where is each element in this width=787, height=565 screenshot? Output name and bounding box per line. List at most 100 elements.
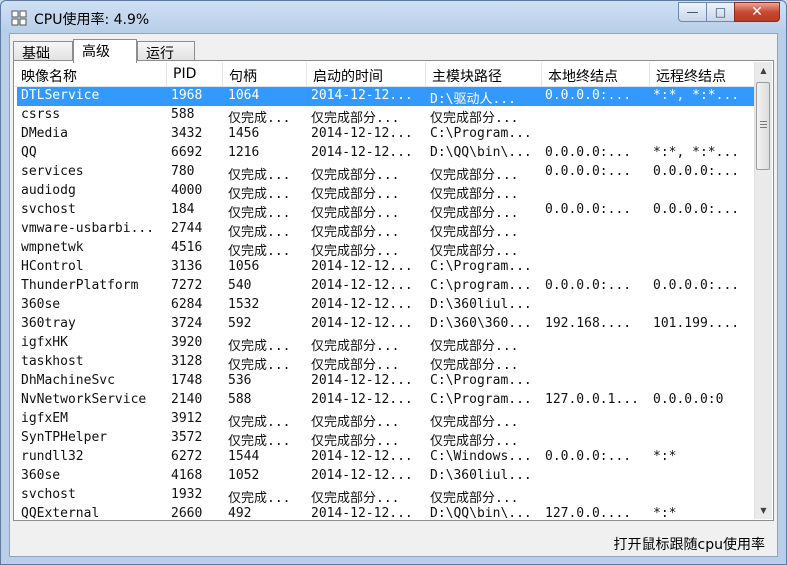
cell-remote-endpoint: *:*: [653, 449, 677, 464]
table-row[interactable]: QQ 6692 1216 2014-12-12... D:\QQ\bin\... 0.0.…: [15, 144, 757, 163]
cell-pid: 1932: [171, 487, 203, 502]
cell-start-time: 2014-12-12...: [311, 468, 413, 483]
cell-module-path: 仅完成部分...: [430, 339, 519, 353]
table-row[interactable]: 360se 4168 1052 2014-12-12... D:\360liul...: [15, 467, 757, 486]
tab-advanced[interactable]: 高级: [73, 39, 137, 63]
header-col-image-name[interactable]: 映像名称: [15, 62, 167, 86]
cell-remote-endpoint: 0.0.0.0:0: [653, 392, 724, 407]
table-row[interactable]: DTLService 1968 1064 2014-12-12... D:\驱动人...…: [15, 87, 757, 106]
tab-basic[interactable]: 基础: [13, 41, 73, 62]
cell-module-path: C:\Program...: [430, 373, 532, 388]
cell-start-time: 仅完成部分...: [311, 491, 400, 505]
cell-module-path: 仅完成部分...: [430, 168, 519, 182]
cell-start-time: 仅完成部分...: [311, 434, 400, 448]
vertical-scrollbar[interactable]: ▲ ▼: [754, 62, 772, 519]
cell-pid: 2744: [171, 221, 203, 236]
minimize-button[interactable]: —: [678, 2, 706, 22]
table-row[interactable]: wmpnetwk 4516 仅完成... 仅完成部分... 仅完成部分...: [15, 239, 757, 258]
cell-image-name: svchost: [21, 487, 76, 502]
arrow-up-icon: ▲: [760, 66, 767, 75]
cell-start-time: 2014-12-12...: [311, 449, 413, 464]
table-row[interactable]: SynTPHelper 3572 仅完成... 仅完成部分... 仅完成部分...: [15, 429, 757, 448]
table-row[interactable]: 360tray 3724 592 2014-12-12... D:\360\360...…: [15, 315, 757, 334]
list-header: 映像名称 PID 句柄 启动的时间 主模块路径 本地终结点 远程终结点: [15, 62, 757, 87]
cell-local-endpoint: 0.0.0.0:...: [545, 202, 632, 217]
cell-pid: 780: [171, 164, 195, 179]
cell-start-time: 仅完成部分...: [311, 244, 400, 258]
maximize-button[interactable]: □: [706, 2, 734, 22]
cell-local-endpoint: 127.0.0.1...: [545, 392, 639, 407]
cell-handles: 仅完成...: [228, 244, 291, 258]
cell-pid: 4000: [171, 183, 203, 198]
cell-image-name: ThunderPlatform: [21, 278, 139, 293]
cell-start-time: 2014-12-12...: [311, 392, 413, 407]
table-row[interactable]: DhMachineSvc 1748 536 2014-12-12... C:\Progr…: [15, 372, 757, 391]
cell-pid: 3572: [171, 430, 203, 445]
cell-pid: 1748: [171, 373, 203, 388]
cell-pid: 3920: [171, 335, 203, 350]
cell-local-endpoint: 192.168....: [545, 316, 632, 331]
table-row[interactable]: vmware-usbarbi... 2744 仅完成... 仅完成部分... 仅完成部分…: [15, 220, 757, 239]
cell-start-time: 2014-12-12...: [311, 126, 413, 141]
cell-pid: 3128: [171, 354, 203, 369]
cell-pid: 1968: [171, 88, 203, 103]
header-col-start-time[interactable]: 启动的时间: [307, 62, 426, 86]
table-row[interactable]: QQExternal 2660 492 2014-12-12... D:\QQ\bin\…: [15, 505, 757, 519]
cell-image-name: DMedia: [21, 126, 68, 141]
table-row[interactable]: NvNetworkService 2140 588 2014-12-12... C:\P…: [15, 391, 757, 410]
cell-handles: 仅完成...: [228, 434, 291, 448]
scroll-down-button[interactable]: ▼: [755, 502, 772, 519]
table-row[interactable]: services 780 仅完成... 仅完成部分... 仅完成部分... 0.0.0.0…: [15, 163, 757, 182]
cell-start-time: 2014-12-12...: [311, 88, 413, 103]
table-row[interactable]: rundll32 6272 1544 2014-12-12... C:\Windows.…: [15, 448, 757, 467]
table-row[interactable]: HControl 3136 1056 2014-12-12... C:\Program.…: [15, 258, 757, 277]
scroll-thumb[interactable]: [756, 82, 770, 170]
cell-local-endpoint: 127.0.0....: [545, 506, 632, 519]
cell-handles: 492: [228, 506, 252, 519]
cell-image-name: igfxEM: [21, 411, 68, 426]
table-row[interactable]: taskhost 3128 仅完成... 仅完成部分... 仅完成部分...: [15, 353, 757, 372]
cell-module-path: 仅完成部分...: [430, 225, 519, 239]
cell-pid: 4168: [171, 468, 203, 483]
table-row[interactable]: svchost 184 仅完成... 仅完成部分... 仅完成部分... 0.0.0.0:…: [15, 201, 757, 220]
table-row[interactable]: igfxEM 3912 仅完成... 仅完成部分... 仅完成部分...: [15, 410, 757, 429]
cell-handles: 仅完成...: [228, 206, 291, 220]
cell-start-time: 2014-12-12...: [311, 278, 413, 293]
cell-pid: 3432: [171, 126, 203, 141]
table-row[interactable]: 360se 6284 1532 2014-12-12... D:\360liul...: [15, 296, 757, 315]
header-col-pid[interactable]: PID: [167, 62, 223, 86]
cell-image-name: services: [21, 164, 84, 179]
close-button[interactable]: ✕: [734, 2, 780, 22]
cell-pid: 3724: [171, 316, 203, 331]
cell-start-time: 仅完成部分...: [311, 111, 400, 125]
cell-handles: 1544: [228, 449, 260, 464]
cell-pid: 184: [171, 202, 195, 217]
table-row[interactable]: svchost 1932 仅完成... 仅完成部分... 仅完成部分...: [15, 486, 757, 505]
header-col-local-endpoint[interactable]: 本地终结点: [542, 62, 650, 86]
header-col-module-path[interactable]: 主模块路径: [426, 62, 542, 86]
cell-start-time: 仅完成部分...: [311, 187, 400, 201]
process-list[interactable]: 映像名称 PID 句柄 启动的时间 主模块路径 本地终结点 远程终结点 DTLService…: [15, 62, 757, 519]
header-col-handles[interactable]: 句柄: [223, 62, 307, 86]
scroll-up-button[interactable]: ▲: [755, 62, 772, 79]
table-row[interactable]: audiodg 4000 仅完成... 仅完成部分... 仅完成部分...: [15, 182, 757, 201]
cell-start-time: 2014-12-12...: [311, 373, 413, 388]
cell-module-path: C:\Program...: [430, 392, 532, 407]
cell-remote-endpoint: 0.0.0.0:...: [653, 202, 740, 217]
cell-handles: 1532: [228, 297, 260, 312]
table-row[interactable]: ThunderPlatform 7272 540 2014-12-12... C:\pr…: [15, 277, 757, 296]
cell-image-name: csrss: [21, 107, 61, 122]
cell-image-name: wmpnetwk: [21, 240, 84, 255]
table-row[interactable]: igfxHK 3920 仅完成... 仅完成部分... 仅完成部分...: [15, 334, 757, 353]
window-app-icon: [11, 10, 27, 26]
cell-handles: 仅完成...: [228, 339, 291, 353]
table-row[interactable]: DMedia 3432 1456 2014-12-12... C:\Program...: [15, 125, 757, 144]
tab-label: 高级: [82, 44, 110, 60]
header-col-remote-endpoint[interactable]: 远程终结点: [650, 62, 757, 86]
table-row[interactable]: csrss 588 仅完成... 仅完成部分... 仅完成部分...: [15, 106, 757, 125]
title-bar[interactable]: CPU使用率: 4.9% — □ ✕: [1, 1, 786, 33]
cell-image-name: svchost: [21, 202, 76, 217]
cell-pid: 3136: [171, 259, 203, 274]
tab-run[interactable]: 运行: [137, 41, 195, 62]
follow-cpu-label[interactable]: 打开鼠标跟随cpu使用率: [614, 534, 765, 554]
